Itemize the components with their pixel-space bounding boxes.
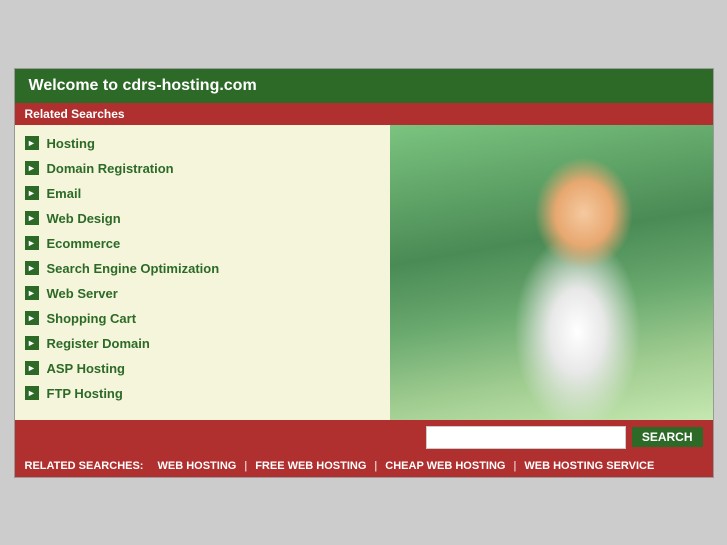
link-item-register-domain[interactable]: ► Register Domain: [15, 331, 390, 356]
link-item-email[interactable]: ► Email: [15, 181, 390, 206]
search-bar: SEARCH: [15, 420, 713, 455]
related-searches-bar: Related Searches: [15, 103, 713, 125]
arrow-icon: ►: [25, 336, 39, 350]
arrow-icon: ►: [25, 236, 39, 250]
arrow-icon: ►: [25, 386, 39, 400]
link-item-asp-hosting[interactable]: ► ASP Hosting: [15, 356, 390, 381]
arrow-icon: ►: [25, 186, 39, 200]
arrow-icon: ►: [25, 136, 39, 150]
link-label: Email: [47, 186, 82, 201]
link-label: Web Design: [47, 211, 121, 226]
link-item-web-design[interactable]: ► Web Design: [15, 206, 390, 231]
link-label: Search Engine Optimization: [47, 261, 220, 276]
header: Welcome to cdrs-hosting.com: [15, 69, 713, 103]
related-searches-label: Related Searches: [25, 107, 125, 121]
arrow-icon: ►: [25, 211, 39, 225]
link-item-shopping-cart[interactable]: ► Shopping Cart: [15, 306, 390, 331]
link-label: Ecommerce: [47, 236, 121, 251]
link-label: Hosting: [47, 136, 95, 151]
search-input[interactable]: [426, 426, 626, 449]
arrow-icon: ►: [25, 311, 39, 325]
link-label: ASP Hosting: [47, 361, 126, 376]
related-link-3[interactable]: WEB HOSTING SERVICE: [516, 460, 662, 472]
link-label: FTP Hosting: [47, 386, 123, 401]
link-item-seo[interactable]: ► Search Engine Optimization: [15, 256, 390, 281]
arrow-icon: ►: [25, 261, 39, 275]
arrow-icon: ►: [25, 361, 39, 375]
link-label: Register Domain: [47, 336, 150, 351]
image-panel: [390, 125, 713, 420]
related-link-2[interactable]: CHEAP WEB HOSTING: [377, 460, 513, 472]
link-item-domain-registration[interactable]: ► Domain Registration: [15, 156, 390, 181]
related-bottom-label: RELATED SEARCHES:: [25, 460, 144, 472]
link-item-ftp-hosting[interactable]: ► FTP Hosting: [15, 381, 390, 406]
link-label: Shopping Cart: [47, 311, 137, 326]
search-button[interactable]: SEARCH: [632, 427, 703, 447]
link-label: Web Server: [47, 286, 118, 301]
header-title: Welcome to cdrs-hosting.com: [29, 77, 257, 94]
related-link-0[interactable]: WEB HOSTING: [149, 460, 244, 472]
related-link-1[interactable]: FREE WEB HOSTING: [247, 460, 374, 472]
main-content: ► Hosting ► Domain Registration ► Email ► Web D…: [15, 125, 713, 420]
arrow-icon: ►: [25, 286, 39, 300]
main-container: Welcome to cdrs-hosting.com Related Sear…: [14, 68, 714, 478]
link-item-hosting[interactable]: ► Hosting: [15, 131, 390, 156]
link-label: Domain Registration: [47, 161, 174, 176]
link-item-ecommerce[interactable]: ► Ecommerce: [15, 231, 390, 256]
hero-image: [390, 125, 713, 420]
arrow-icon: ►: [25, 161, 39, 175]
link-item-web-server[interactable]: ► Web Server: [15, 281, 390, 306]
related-bottom-bar: RELATED SEARCHES: WEB HOSTING|FREE WEB H…: [15, 455, 713, 477]
links-panel: ► Hosting ► Domain Registration ► Email ► Web D…: [15, 125, 390, 420]
